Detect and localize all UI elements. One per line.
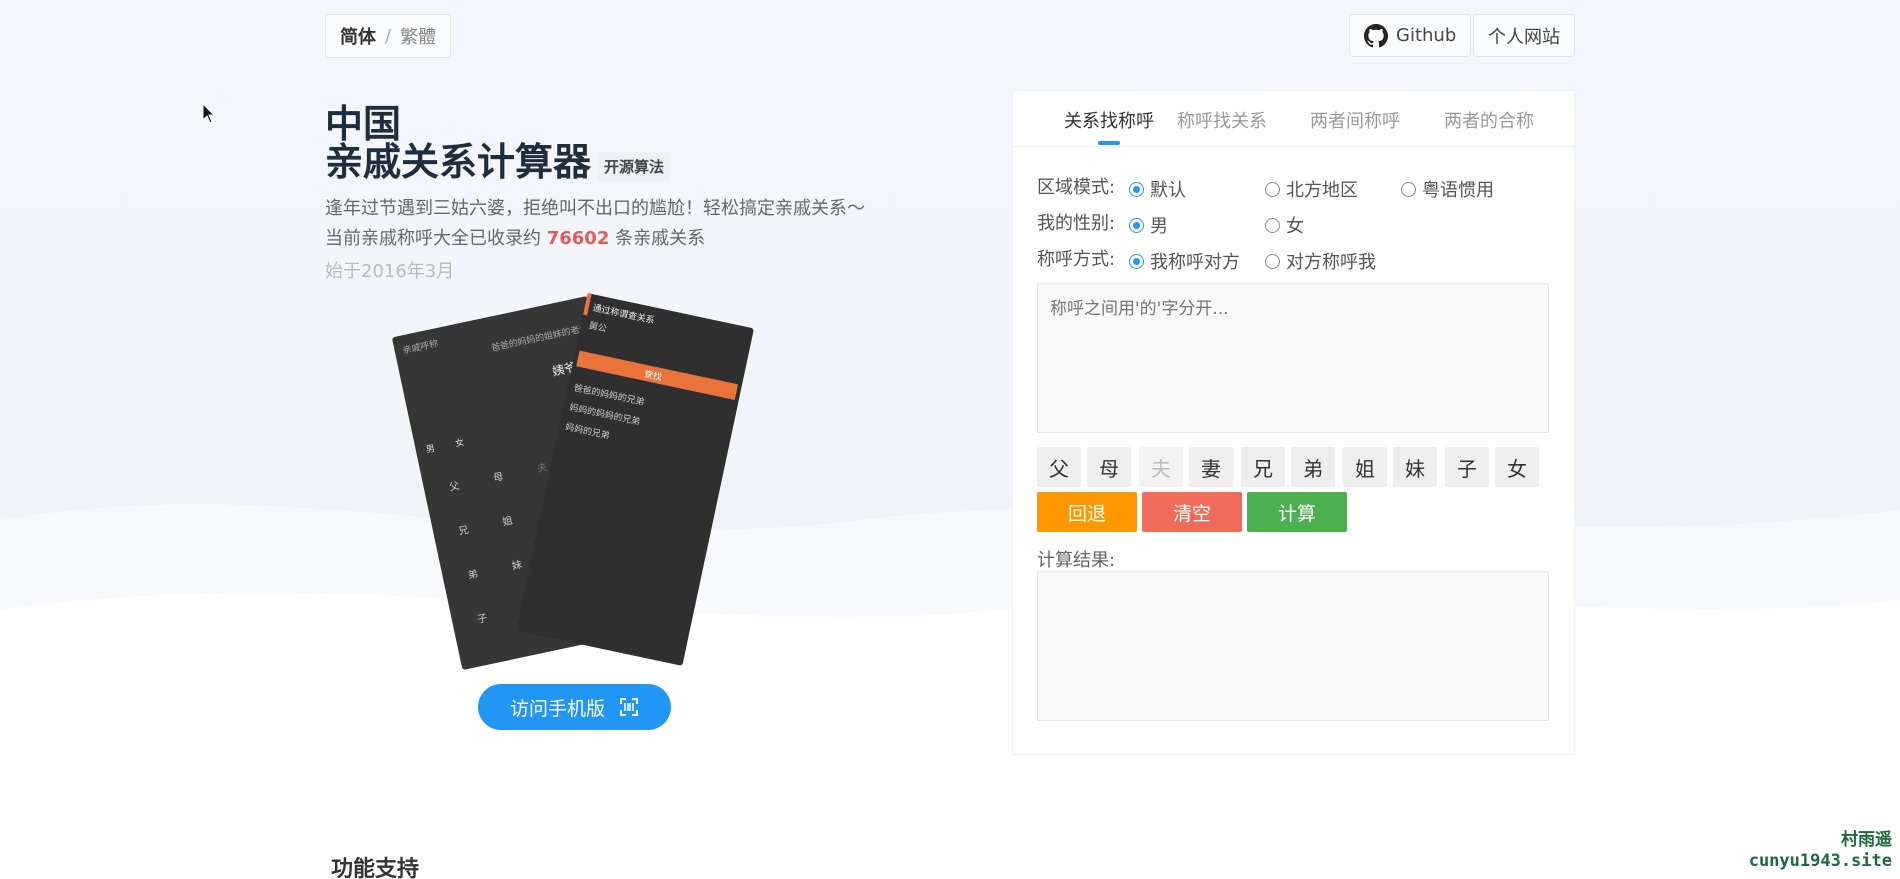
tab-mutual-titles[interactable]: 两者间称呼	[1310, 107, 1400, 133]
phone-right-input: 舅公	[587, 321, 608, 335]
radio-selected	[1129, 217, 1144, 233]
tab-relation-to-title[interactable]: 关系找称呼	[1064, 107, 1154, 133]
region-option-north[interactable]: 北方地区	[1265, 176, 1358, 202]
radio	[1265, 217, 1280, 233]
call-option-i-call-them[interactable]: 我称呼对方	[1129, 248, 1240, 274]
key-elder-sister[interactable]: 姐	[1343, 447, 1387, 487]
result-output[interactable]	[1037, 571, 1549, 721]
region-row: 区域模式:	[1037, 175, 1129, 198]
call-mode-row: 称呼方式:	[1037, 247, 1129, 270]
back-button[interactable]: 回退	[1037, 492, 1137, 532]
radio	[1265, 253, 1280, 269]
key-daughter[interactable]: 女	[1495, 447, 1539, 487]
radio-selected	[1129, 181, 1144, 197]
calculator-tabs: 关系找称呼 称呼找关系 两者间称呼 两者的合称	[1013, 91, 1576, 147]
mouse-cursor	[202, 103, 216, 124]
key-mother[interactable]: 母	[1087, 447, 1131, 487]
content-wrapper: 简体 / 繁體 Github 个人网站 中国 亲戚关系计算器 开源算法 逢年过节…	[325, 0, 1576, 879]
tab-combined-title[interactable]: 两者的合称	[1444, 107, 1534, 133]
feature-section-title: 功能支持	[331, 857, 420, 879]
phone-key: 子	[476, 612, 489, 626]
phone-left-gender2: 女	[454, 437, 466, 450]
region-option-default[interactable]: 默认	[1129, 176, 1186, 202]
region-option-cantonese[interactable]: 粤语惯用	[1401, 176, 1494, 202]
key-younger-brother[interactable]: 弟	[1291, 447, 1335, 487]
phone-key: 夫	[536, 462, 549, 475]
tab-title-to-relation[interactable]: 称呼找关系	[1177, 107, 1267, 133]
since-date: 始于2016年3月	[325, 261, 455, 282]
open-source-badge[interactable]: 开源算法	[598, 152, 671, 181]
qrcode-scan-icon	[620, 698, 638, 716]
watermark-name: 村雨遥	[1841, 830, 1892, 850]
phone-left-title: 亲戚呼称	[401, 339, 440, 357]
phone-left-sub: 爸爸的妈妈的姐妹的老公	[490, 323, 590, 354]
key-son[interactable]: 子	[1445, 447, 1489, 487]
result-label: 计算结果:	[1037, 550, 1116, 571]
key-father[interactable]: 父	[1037, 447, 1081, 487]
calculate-button[interactable]: 计算	[1247, 492, 1347, 532]
lang-simplified[interactable]: 简体	[340, 23, 376, 49]
clear-button[interactable]: 清空	[1142, 492, 1242, 532]
key-elder-brother[interactable]: 兄	[1241, 447, 1285, 487]
gender-row: 我的性别:	[1037, 211, 1129, 234]
phone-key: 妹	[511, 559, 524, 573]
count-prefix: 当前亲戚称呼大全已收录约	[325, 228, 541, 249]
lang-traditional[interactable]: 繁體	[400, 23, 436, 49]
lang-separator: /	[385, 25, 392, 47]
gender-option-female[interactable]: 女	[1265, 212, 1304, 238]
page-title-line2: 亲戚关系计算器	[325, 140, 592, 184]
github-label: Github	[1396, 25, 1457, 46]
radio	[1401, 181, 1416, 197]
phone-key: 母	[492, 471, 505, 485]
personal-website-button[interactable]: 个人网站	[1473, 14, 1575, 57]
key-younger-sister[interactable]: 妹	[1393, 447, 1437, 487]
watermark: 村雨遥 cunyu1943.site	[1749, 830, 1892, 872]
personal-website-label: 个人网站	[1488, 26, 1560, 48]
calculator-card: 关系找称呼 称呼找关系 两者间称呼 两者的合称 区域模式: 默认 北方地区 粤语…	[1012, 90, 1576, 755]
gender-label: 我的性别:	[1037, 213, 1116, 234]
gender-option-male[interactable]: 男	[1129, 212, 1168, 238]
phone-right-item: 妈妈的兄弟	[564, 422, 611, 442]
phone-left-gender: 男	[425, 444, 437, 456]
radio	[1265, 181, 1280, 197]
phone-key: 兄	[457, 524, 470, 538]
visit-mobile-button[interactable]: 访问手机版	[478, 684, 671, 730]
key-wife[interactable]: 妻	[1189, 447, 1233, 487]
call-mode-label: 称呼方式:	[1037, 249, 1116, 270]
visit-mobile-label: 访问手机版	[509, 697, 605, 720]
key-husband[interactable]: 夫	[1139, 447, 1183, 487]
phone-mockups: 亲戚呼称 爸爸的妈妈的姐妹的老公 姨爷爷 男 女 父 母 夫 妻 兄 姐 弟 妹…	[385, 293, 765, 675]
active-tab-indicator	[1098, 141, 1120, 145]
hero-count-line: 当前亲戚称呼大全已收录约 76602 条亲戚关系	[325, 227, 705, 251]
watermark-site: cunyu1943.site	[1748, 851, 1892, 871]
relation-count: 76602	[546, 228, 610, 249]
radio-selected	[1129, 253, 1144, 269]
relation-input[interactable]	[1037, 283, 1549, 433]
phone-key: 父	[448, 480, 461, 494]
count-suffix: 条亲戚关系	[615, 228, 706, 249]
hero-description: 逢年过节遇到三姑六婆，拒绝叫不出口的尴尬！轻松搞定亲戚关系～	[325, 198, 865, 219]
phone-key: 弟	[467, 568, 480, 582]
call-option-they-call-me[interactable]: 对方称呼我	[1265, 248, 1376, 274]
phone-key: 姐	[501, 515, 514, 529]
github-button[interactable]: Github	[1349, 14, 1472, 57]
github-icon	[1364, 23, 1388, 47]
language-switcher: 简体 / 繁體	[325, 14, 452, 58]
region-label: 区域模式:	[1037, 177, 1116, 198]
